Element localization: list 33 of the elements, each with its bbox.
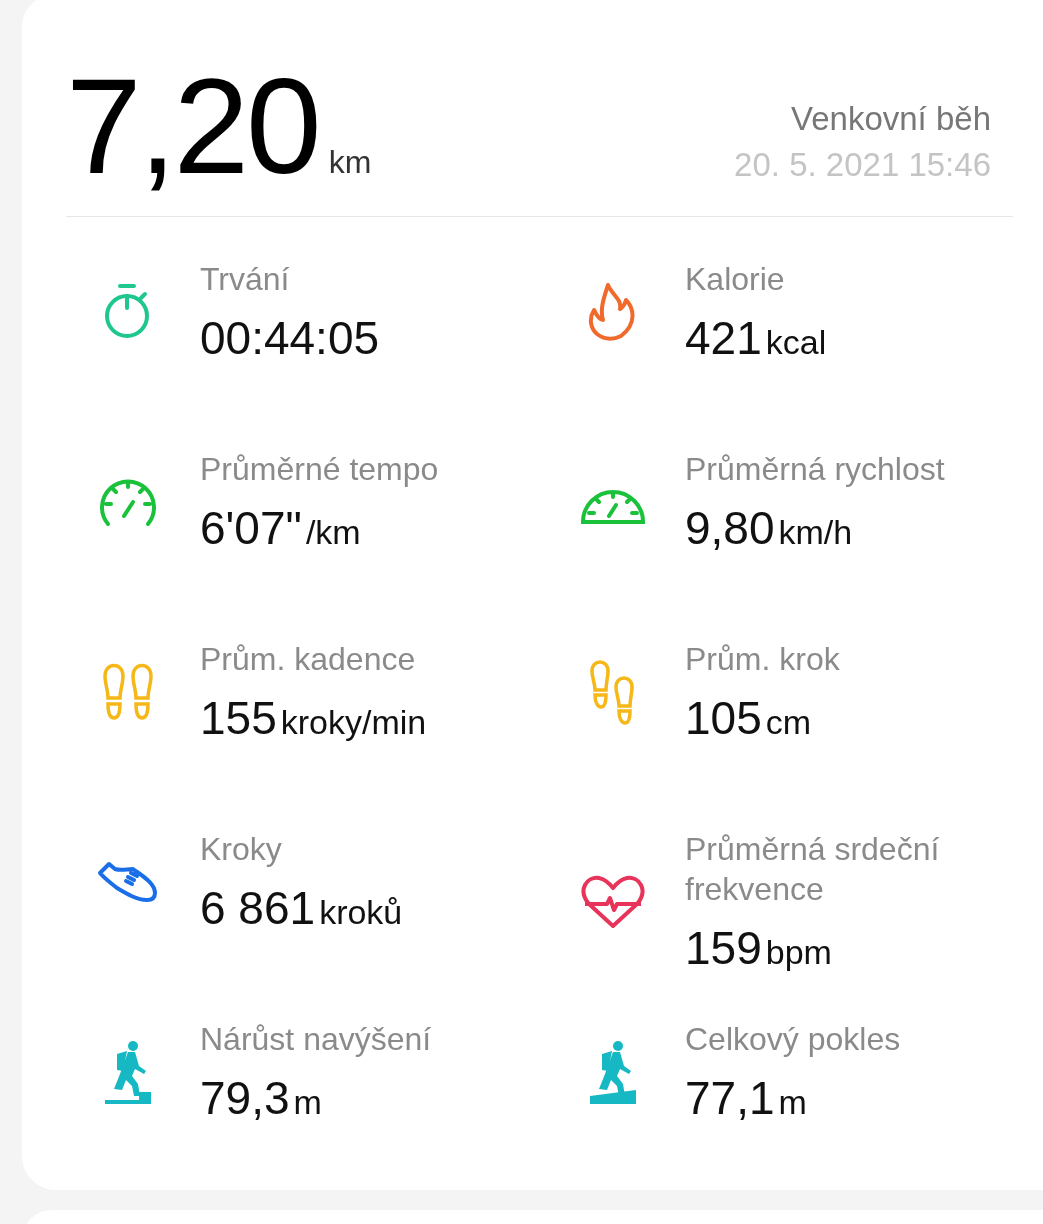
- metric-unit: cm: [765, 703, 812, 742]
- metric-unit: bpm: [765, 933, 832, 972]
- metric-label: Prům. kadence: [200, 640, 417, 679]
- metric-value: 79,3: [200, 1071, 290, 1125]
- distance-unit: km: [328, 144, 372, 181]
- metric-unit: /km: [305, 513, 361, 552]
- metric-value: 105: [685, 691, 762, 745]
- metric-unit: kcal: [765, 323, 827, 362]
- metric-unit: kroků: [319, 893, 403, 932]
- metric-label: Průměrné tempo: [200, 450, 440, 489]
- metric-label: Kalorie: [685, 260, 786, 299]
- metric-label: Průměrná srdeční frekvence: [685, 830, 941, 909]
- metric-value: 155: [200, 691, 277, 745]
- activity-date: 20. 5. 2021 15:46: [734, 146, 991, 184]
- metric-label: Nárůst navýšení: [200, 1020, 433, 1059]
- metric-value: 159: [685, 921, 762, 975]
- metric-value: 9,80: [685, 501, 775, 555]
- metric-value: 421: [685, 311, 762, 365]
- metric-label: Trvání: [200, 260, 291, 299]
- metric-value: 6'07": [200, 501, 302, 555]
- metric-unit: km/h: [778, 513, 853, 552]
- metric-unit: kroky/min: [280, 703, 427, 742]
- metric-value: 77,1: [685, 1071, 775, 1125]
- metric-label: Kroky: [200, 830, 283, 869]
- metric-unit: m: [293, 1083, 322, 1122]
- metric-unit: m: [778, 1083, 807, 1122]
- metric-label: Průměrná rychlost: [685, 450, 946, 489]
- metric-label: Prům. krok: [685, 640, 841, 679]
- metric-value: 00:44:05: [200, 311, 380, 365]
- metric-label: Celkový pokles: [685, 1020, 902, 1059]
- distance-value: 7,20: [66, 58, 319, 194]
- activity-type: Venkovní běh: [791, 100, 991, 138]
- metric-value: 6 861: [200, 881, 316, 935]
